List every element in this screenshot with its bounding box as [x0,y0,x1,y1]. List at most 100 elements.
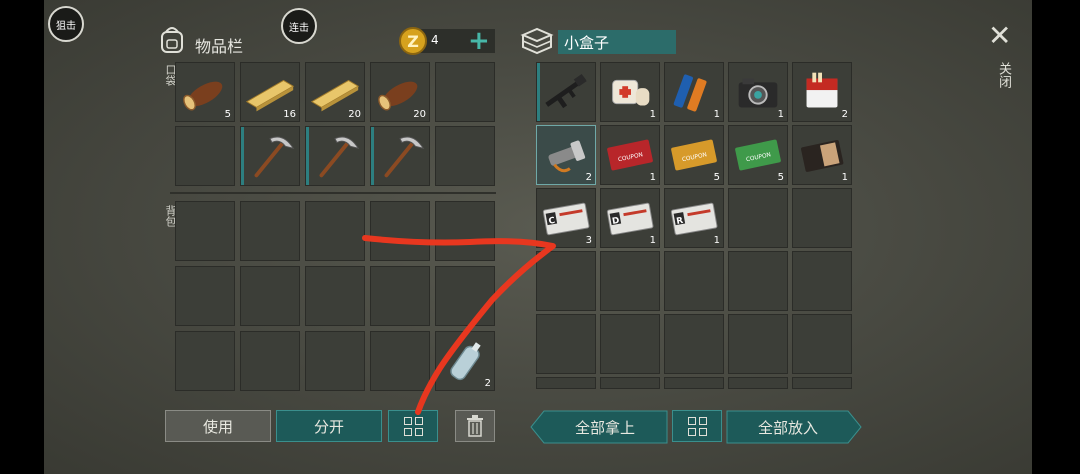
empty-slot[interactable] [305,266,365,326]
empty-slot[interactable] [664,377,724,389]
empty-slot[interactable] [305,331,365,391]
empty-slot[interactable] [435,62,495,122]
empty-slot[interactable] [792,251,852,311]
sort-container-button[interactable] [672,410,722,442]
empty-slot[interactable] [240,201,300,261]
put-all-button[interactable]: 全部放入 [728,411,848,443]
empty-slot[interactable] [305,201,365,261]
split-button[interactable]: 分开 [276,410,382,442]
item-quantity: 2 [841,109,848,120]
empty-slot[interactable] [536,314,596,374]
item-quantity: 5 [713,172,720,183]
empty-slot[interactable] [600,377,660,389]
pickaxe-icon [319,136,360,178]
empty-slot[interactable] [792,314,852,374]
empty-slot[interactable] [370,201,430,261]
empty-slot[interactable] [600,314,660,374]
item-quantity: 2 [585,172,592,183]
put-all-label: 全部放入 [757,418,818,437]
close-icon[interactable]: ✕ [988,22,1011,50]
empty-slot[interactable] [435,126,495,186]
item-quantity: 1 [777,109,784,120]
item-quantity: 1 [713,109,720,120]
item-quantity: 3 [585,235,592,246]
slot-keycard-c[interactable]: C3 [536,188,596,248]
close-label[interactable]: 关闭 [994,62,1013,88]
trash-icon [467,415,483,437]
take-all-button[interactable]: 全部拿上 [545,411,665,443]
pickaxe-icon [384,136,425,178]
item-quantity: 1 [649,172,656,183]
slot-coupon-gold[interactable]: COUPON 5 [664,125,724,185]
item-quantity: 5 [777,172,784,183]
pickaxe-icon [254,136,295,178]
empty-slot[interactable] [175,331,235,391]
split-label: 分开 [313,417,344,436]
empty-slot[interactable] [728,251,788,311]
inventory-title: 物品栏 [195,37,244,56]
snipe-button[interactable]: 狙击 [48,6,84,42]
empty-slot[interactable] [600,251,660,311]
empty-slot[interactable] [728,314,788,374]
empty-slot[interactable] [175,201,235,261]
slot-coupon-red[interactable]: COUPON 1 [600,125,660,185]
slot-cigarettes[interactable]: 2 [792,62,852,122]
grid-icon [687,416,707,436]
empty-slot[interactable] [536,251,596,311]
item-quantity: 20 [413,109,426,120]
slot-keycard-d[interactable]: D1 [600,188,660,248]
slot-keycard-r[interactable]: R1 [664,188,724,248]
slot-log[interactable]: 20 [370,62,430,122]
slot-plank[interactable]: 20 [305,62,365,122]
empty-slot[interactable] [370,266,430,326]
empty-slot[interactable] [664,251,724,311]
use-button[interactable]: 使用 [165,410,271,442]
container-title: 小盒子 [564,34,610,52]
section-divider [170,192,496,194]
empty-slot[interactable] [792,188,852,248]
empty-slot[interactable] [435,201,495,261]
coin-count: 4 [431,33,439,47]
empty-slot[interactable] [728,188,788,248]
screen-edge [1032,0,1080,474]
slot-water-bottle[interactable]: 2 [435,331,495,391]
slot-pickaxe[interactable] [370,126,430,186]
empty-slot[interactable] [536,377,596,389]
add-coins-icon[interactable]: + [468,26,490,56]
slot-flashlight[interactable]: 2 [536,125,596,185]
slot-bandage[interactable]: 1 [600,62,660,122]
slot-plank[interactable]: 16 [240,62,300,122]
empty-slot[interactable] [240,331,300,391]
empty-slot[interactable] [175,126,235,186]
slot-wallet[interactable]: 1 [792,125,852,185]
svg-text:Z: Z [407,32,419,51]
item-quantity: 1 [713,235,720,246]
slot-rifle[interactable] [536,62,596,122]
slot-log[interactable]: 5 [175,62,235,122]
empty-slot[interactable] [370,331,430,391]
trash-button[interactable] [455,410,495,442]
sort-inventory-button[interactable] [388,410,438,442]
slot-pickaxe[interactable] [240,126,300,186]
empty-slot[interactable] [435,266,495,326]
slot-pickaxe[interactable] [305,126,365,186]
grid-icon [403,416,423,436]
slot-batteries[interactable]: 1 [664,62,724,122]
item-quantity: 2 [484,378,491,389]
empty-slot[interactable] [175,266,235,326]
item-quantity: 5 [224,109,231,120]
item-quantity: 1 [841,172,848,183]
empty-slot[interactable] [664,314,724,374]
snipe-label: 狙击 [56,20,76,32]
empty-slot[interactable] [240,266,300,326]
slot-camera[interactable]: 1 [728,62,788,122]
item-quantity: 16 [283,109,296,120]
item-quantity: 1 [649,235,656,246]
item-quantity: 1 [649,109,656,120]
slot-coupon-green[interactable]: COUPON 5 [728,125,788,185]
empty-slot[interactable] [792,377,852,389]
combo-button[interactable]: 连击 [281,8,317,44]
empty-slot[interactable] [728,377,788,389]
container-name-field[interactable]: 小盒子 [558,30,676,54]
backpack-icon [161,27,183,53]
